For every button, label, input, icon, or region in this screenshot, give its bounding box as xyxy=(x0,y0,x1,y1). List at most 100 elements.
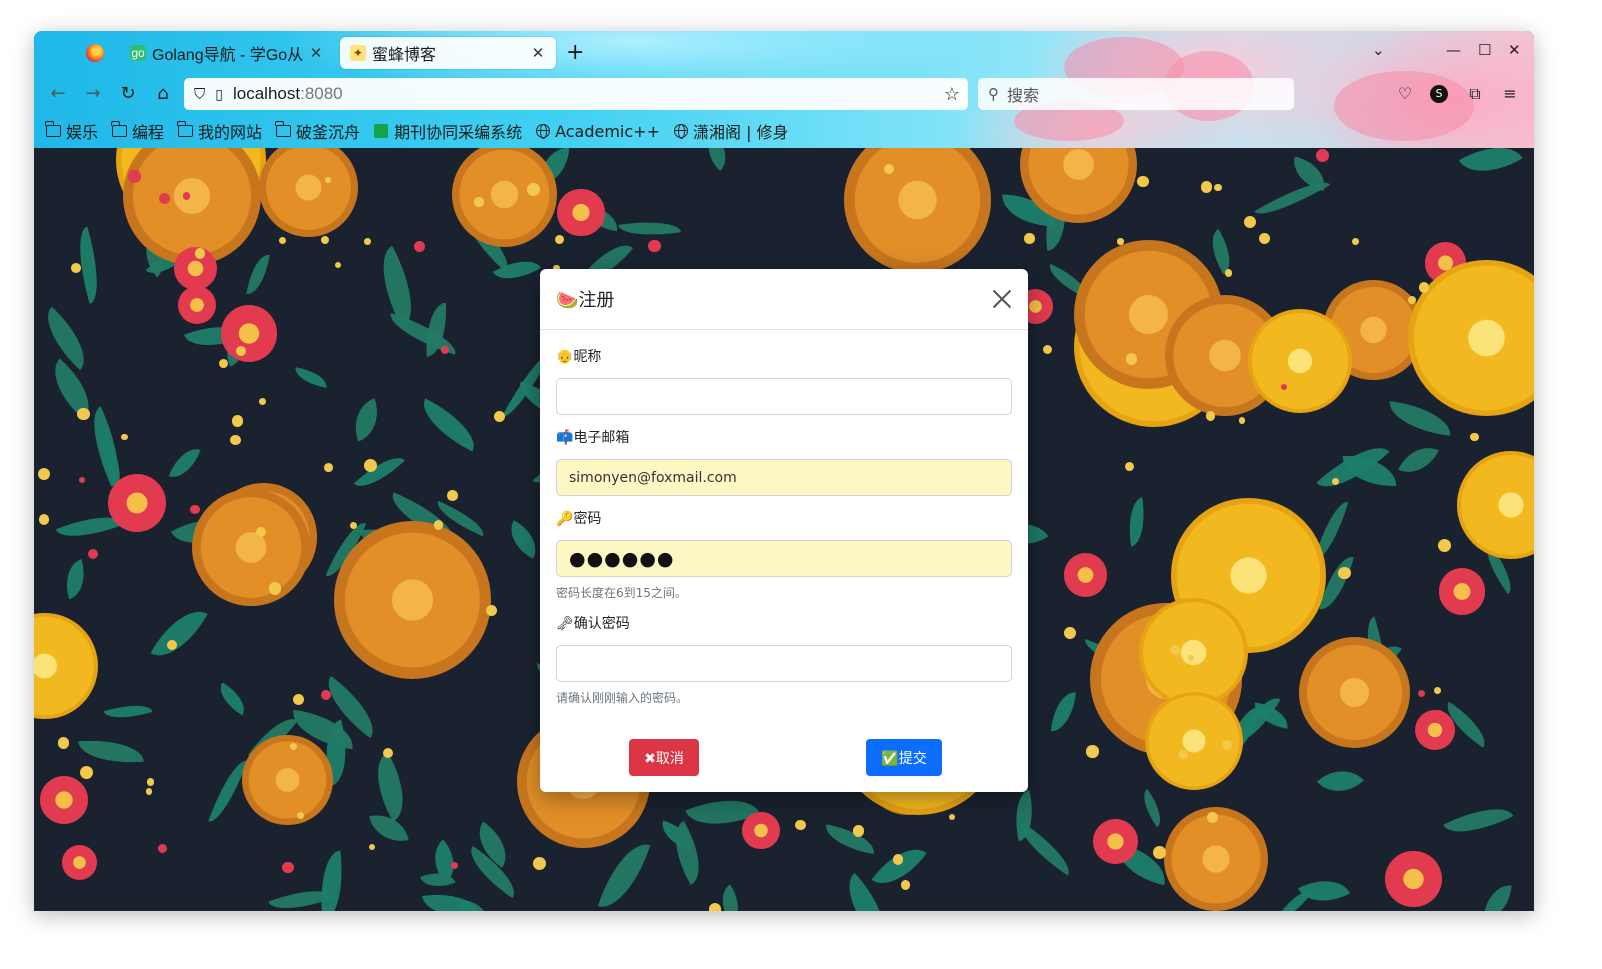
berry-decoration xyxy=(413,240,426,253)
berry-decoration xyxy=(1238,417,1246,424)
berry-decoration xyxy=(158,192,170,204)
berry-decoration xyxy=(474,197,484,207)
leaf-decoration xyxy=(1482,882,1512,911)
berry-decoration xyxy=(555,235,565,245)
window-close-icon[interactable]: ✕ xyxy=(1508,41,1521,59)
berry-decoration xyxy=(451,861,459,870)
search-input[interactable]: ⚲ 搜索 xyxy=(978,78,1294,110)
submit-button[interactable]: ✅提交 xyxy=(866,739,942,776)
account-avatar-icon[interactable]: S xyxy=(1430,85,1448,103)
back-icon[interactable]: ← xyxy=(46,82,70,106)
flower-decoration xyxy=(556,188,605,237)
leaf-decoration xyxy=(34,306,99,371)
berry-decoration xyxy=(1338,566,1351,580)
password-input[interactable]: ●●●●●● xyxy=(556,540,1012,577)
minimize-icon[interactable]: — xyxy=(1446,41,1461,59)
leaf-decoration xyxy=(502,520,545,559)
pocket-icon[interactable]: ♡ xyxy=(1394,83,1416,105)
modal-body: 👴昵称 📫电子邮箱 simonyen@foxmail.com 🔑密码 ●●●●●… xyxy=(540,330,1028,706)
berry-decoration xyxy=(1351,237,1359,245)
cancel-button[interactable]: ✖取消 xyxy=(629,739,699,776)
berry-decoration xyxy=(363,458,377,472)
reload-icon[interactable]: ↻ xyxy=(116,82,140,106)
berry-decoration xyxy=(900,880,911,890)
leaf-decoration xyxy=(77,736,144,766)
bee-favicon-icon: ✦ xyxy=(350,45,366,61)
berry-decoration xyxy=(37,467,51,481)
berry-decoration xyxy=(70,263,81,274)
berry-decoration xyxy=(1470,432,1479,442)
berry-decoration xyxy=(158,843,168,854)
password-label-text: 密码 xyxy=(573,511,602,527)
bookmark-folder-pofuchenzhou[interactable]: 破釜沉舟 xyxy=(275,119,360,143)
search-icon: ⚲ xyxy=(988,85,999,103)
bookmarks-toolbar: 娱乐 编程 我的网站 破釜沉舟 期刊协同采编系统 Academic++ 潇湘阁 … xyxy=(34,115,1534,147)
bookmark-folder-programming[interactable]: 编程 xyxy=(111,119,164,143)
berry-decoration xyxy=(279,236,287,244)
url-bar[interactable]: ⛉ ▯ localhost:8080 ☆ xyxy=(184,78,968,110)
home-icon[interactable]: ⌂ xyxy=(151,82,175,106)
bookmark-academic[interactable]: Academic++ xyxy=(536,122,660,141)
flower-decoration xyxy=(1163,806,1269,911)
maximize-icon[interactable]: ☐ xyxy=(1478,41,1491,59)
page-icon: ▯ xyxy=(215,85,223,102)
flower-decoration xyxy=(192,488,310,606)
bookmark-label: 我的网站 xyxy=(198,123,263,142)
confirm-label: 🗝确认密码 xyxy=(556,613,1012,635)
new-tab-icon[interactable]: + xyxy=(566,40,584,65)
email-input[interactable]: simonyen@foxmail.com xyxy=(556,459,1012,496)
flower-decoration xyxy=(451,148,557,247)
berry-decoration xyxy=(1125,353,1138,365)
email-label: 📫电子邮箱 xyxy=(556,427,1012,449)
nickname-input[interactable] xyxy=(556,378,1012,415)
berry-decoration xyxy=(1437,538,1451,552)
close-icon[interactable]: ✕ xyxy=(308,44,324,62)
tab-title: Golang导航 - 学Go从 xyxy=(152,47,304,64)
forward-icon[interactable]: → xyxy=(81,82,105,106)
berry-decoration xyxy=(128,170,141,183)
tab-golang[interactable]: go Golang导航 - 学Go从 ✕ xyxy=(120,37,334,69)
flower-decoration xyxy=(742,812,780,850)
close-icon[interactable]: ✕ xyxy=(530,44,546,62)
bookmark-folder-my-sites[interactable]: 我的网站 xyxy=(177,119,263,143)
leaf-decoration xyxy=(353,447,406,497)
berry-decoration xyxy=(219,359,229,369)
leaf-decoration xyxy=(103,697,153,725)
leaf-decoration xyxy=(1443,795,1514,845)
list-tabs-icon[interactable]: ⌄ xyxy=(1372,41,1385,59)
url-host: localhost xyxy=(232,84,301,103)
shield-icon[interactable]: ⛉ xyxy=(194,86,205,103)
berry-decoration xyxy=(1407,295,1416,305)
berry-decoration xyxy=(1042,344,1053,355)
tab-bee-blog[interactable]: ✦ 蜜蜂博客 ✕ xyxy=(340,37,556,69)
tab-title: 蜜蜂博客 xyxy=(372,47,437,64)
page-background: 🍉注册 👴昵称 📫电子邮箱 simonyen@foxmail.com 🔑密码 ●… xyxy=(34,148,1534,911)
search-placeholder: 搜索 xyxy=(1007,86,1040,105)
leaf-decoration xyxy=(365,245,429,329)
nav-bar: ← → ↻ ⌂ ⛉ ▯ localhost:8080 ☆ ⚲ 搜索 ♡ S ⧉ … xyxy=(34,73,1534,115)
flower-decoration xyxy=(1093,818,1139,864)
berry-decoration xyxy=(1117,238,1124,245)
berry-decoration xyxy=(324,462,333,472)
tab-bar: go Golang导航 - 学Go从 ✕ ✦ 蜜蜂博客 ✕ + ⌄ — ☐ ✕ xyxy=(34,31,1534,73)
leaf-decoration xyxy=(346,398,387,442)
firefox-view-icon[interactable] xyxy=(86,44,104,62)
bookmark-folder-entertainment[interactable]: 娱乐 xyxy=(45,119,99,143)
bookmark-journal-system[interactable]: 期刊协同采编系统 xyxy=(374,119,522,143)
berry-decoration xyxy=(324,176,331,183)
modal-title: 🍉注册 xyxy=(556,286,992,312)
extensions-icon[interactable]: ⧉ xyxy=(1464,83,1486,105)
bookmark-xiaoxiangge[interactable]: 潇湘阁 | 修身 xyxy=(673,119,789,143)
leaf-decoration xyxy=(413,398,484,452)
nickname-field-group: 👴昵称 xyxy=(556,346,1012,415)
bookmark-label: 娱乐 xyxy=(66,123,99,142)
berry-decoration xyxy=(194,248,206,259)
berry-decoration xyxy=(78,477,85,484)
menu-icon[interactable]: ≡ xyxy=(1499,83,1521,105)
berry-decoration xyxy=(77,407,90,421)
close-icon[interactable] xyxy=(992,289,1012,309)
key-icon: 🔑 xyxy=(556,511,574,527)
leaf-decoration xyxy=(40,358,105,421)
confirm-password-input[interactable] xyxy=(556,645,1012,682)
bookmark-star-icon[interactable]: ☆ xyxy=(944,84,960,105)
